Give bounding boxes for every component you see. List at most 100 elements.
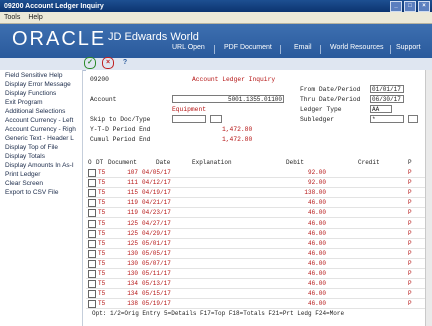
- link-world-resources[interactable]: World Resources: [330, 44, 384, 51]
- sidebar-item-additional-selections[interactable]: Additional Selections: [5, 108, 65, 115]
- sidebar-item-display-totals[interactable]: Display Totals: [5, 153, 45, 160]
- table-row[interactable]: T5 138 05/19/17 46.00 P: [86, 299, 432, 310]
- subledger-type-field[interactable]: [408, 115, 418, 123]
- row-date: 05/07/17: [142, 259, 171, 267]
- link-pdf-document[interactable]: PDF Document: [224, 44, 272, 51]
- row-date: 04/27/17: [142, 219, 171, 227]
- row-debit: 138.00: [304, 189, 326, 197]
- vertical-scrollbar[interactable]: [425, 70, 432, 326]
- row-select-checkbox[interactable]: [88, 239, 96, 248]
- sidebar-item-display-amounts[interactable]: Display Amounts In As-I: [5, 162, 74, 169]
- row-date: 05/13/17: [142, 280, 171, 288]
- sidebar-item-display-error-message[interactable]: Display Error Message: [5, 81, 71, 88]
- sidebar-item-display-top-of-file[interactable]: Display Top of File: [5, 144, 58, 151]
- row-date: 04/23/17: [142, 209, 171, 217]
- sidebar-item-field-sensitive-help[interactable]: Field Sensitive Help: [5, 72, 62, 79]
- menu-help[interactable]: Help: [24, 14, 46, 21]
- table-row[interactable]: T5 125 05/01/17 46.00 P: [86, 239, 432, 249]
- header-document: Document: [108, 159, 137, 166]
- row-select-checkbox[interactable]: [88, 280, 96, 289]
- row-select-checkbox[interactable]: [88, 229, 96, 238]
- table-row[interactable]: T5 111 04/12/17 92.00 P: [86, 178, 432, 189]
- row-document: 119: [127, 199, 138, 207]
- form-area: 09200 Account Ledger Inquiry Account 500…: [86, 70, 432, 326]
- row-debit: 46.00: [307, 219, 326, 227]
- table-row[interactable]: T5 115 04/19/17 138.00 P: [86, 188, 432, 199]
- row-doc-type: T5: [98, 219, 106, 227]
- row-document: 130: [127, 259, 138, 267]
- maximize-icon[interactable]: □: [404, 0, 416, 12]
- skip-type-field[interactable]: [210, 115, 222, 123]
- table-row[interactable]: T5 130 05/07/17 46.00 P: [86, 259, 432, 269]
- row-select-checkbox[interactable]: [88, 169, 96, 177]
- table-row[interactable]: T5 130 05/11/17 46.00 P: [86, 269, 432, 279]
- row-select-checkbox[interactable]: [88, 290, 96, 299]
- row-posted-code: P: [408, 169, 412, 176]
- row-select-checkbox[interactable]: [88, 270, 96, 278]
- sidebar-item-exit-program[interactable]: Exit Program: [5, 99, 43, 106]
- row-document: 130: [127, 270, 138, 277]
- sidebar-item-account-currency-right[interactable]: Account Currency - Righ: [5, 126, 76, 133]
- row-debit: 46.00: [307, 199, 326, 207]
- row-document: 138: [127, 300, 138, 308]
- row-select-checkbox[interactable]: [88, 259, 96, 268]
- row-select-checkbox[interactable]: [88, 209, 96, 218]
- link-url-open[interactable]: URL Open: [172, 44, 205, 51]
- table-row[interactable]: T5 130 05/05/17 46.00 P: [86, 249, 432, 259]
- menu-tools[interactable]: Tools: [0, 14, 24, 21]
- row-select-checkbox[interactable]: [88, 179, 96, 188]
- ytd-label: Y-T-D Period End: [90, 126, 151, 133]
- skip-doc-field[interactable]: [172, 115, 206, 123]
- row-doc-type: T5: [98, 189, 106, 197]
- row-select-checkbox[interactable]: [88, 300, 96, 309]
- row-debit: 46.00: [307, 249, 326, 257]
- table-row[interactable]: T5 119 04/23/17 46.00 P: [86, 208, 432, 219]
- table-row[interactable]: T5 125 04/29/17 46.00 P: [86, 229, 432, 239]
- thru-date-field[interactable]: 06/30/17: [370, 95, 404, 103]
- function-sidebar: Field Sensitive Help Display Error Messa…: [0, 70, 83, 326]
- row-doc-type: T5: [98, 239, 106, 247]
- ledger-type-field[interactable]: AA: [370, 105, 392, 113]
- table-row[interactable]: T5 119 04/21/17 46.00 P: [86, 198, 432, 209]
- row-debit: 46.00: [307, 280, 326, 288]
- sidebar-item-generic-text[interactable]: Generic Text - Header L: [5, 135, 74, 142]
- header-option: O: [88, 159, 92, 166]
- row-select-checkbox[interactable]: [88, 249, 96, 258]
- help-question-icon[interactable]: ?: [120, 58, 130, 68]
- table-row[interactable]: T5 134 05/15/17 46.00 P: [86, 289, 432, 300]
- row-debit: 46.00: [307, 300, 326, 308]
- enter-check-icon[interactable]: ✓: [84, 57, 96, 69]
- sidebar-item-clear-screen[interactable]: Clear Screen: [5, 180, 43, 187]
- sidebar-item-export-csv[interactable]: Export to CSV File: [5, 189, 58, 196]
- row-doc-type: T5: [98, 300, 106, 308]
- sidebar-item-display-functions[interactable]: Display Functions: [5, 90, 56, 97]
- row-select-checkbox[interactable]: [88, 199, 96, 208]
- account-field[interactable]: 5001.1355.01100: [172, 95, 284, 103]
- minimize-icon[interactable]: _: [390, 0, 402, 12]
- sidebar-item-print-ledger[interactable]: Print Ledger: [5, 171, 40, 178]
- sidebar-item-account-currency-left[interactable]: Account Currency - Left: [5, 117, 73, 124]
- row-date: 05/05/17: [142, 249, 171, 257]
- row-debit: 46.00: [307, 209, 326, 217]
- cancel-x-icon[interactable]: ×: [102, 57, 114, 69]
- row-posted-code: P: [408, 239, 412, 247]
- product-name: JD Edwards World: [108, 31, 199, 43]
- link-email[interactable]: Email: [294, 44, 312, 51]
- row-select-checkbox[interactable]: [88, 219, 96, 228]
- row-posted-code: P: [408, 270, 412, 277]
- link-support[interactable]: Support: [396, 44, 421, 51]
- table-row[interactable]: T5 125 04/27/17 46.00 P: [86, 219, 432, 229]
- table-row[interactable]: T5 134 05/13/17 46.00 P: [86, 279, 432, 290]
- table-row[interactable]: T5 107 04/05/17 92.00 P: [86, 168, 432, 178]
- row-debit: 92.00: [307, 179, 326, 187]
- row-posted-code: P: [408, 249, 412, 257]
- row-posted-code: P: [408, 179, 412, 187]
- row-document: 125: [127, 219, 138, 227]
- row-debit: 46.00: [307, 229, 326, 237]
- close-icon[interactable]: ×: [418, 0, 430, 12]
- row-select-checkbox[interactable]: [88, 189, 96, 198]
- row-doc-type: T5: [98, 229, 106, 237]
- oracle-logo: ORACLE: [12, 28, 107, 50]
- subledger-field[interactable]: *: [370, 115, 404, 123]
- from-date-field[interactable]: 01/01/17: [370, 85, 404, 93]
